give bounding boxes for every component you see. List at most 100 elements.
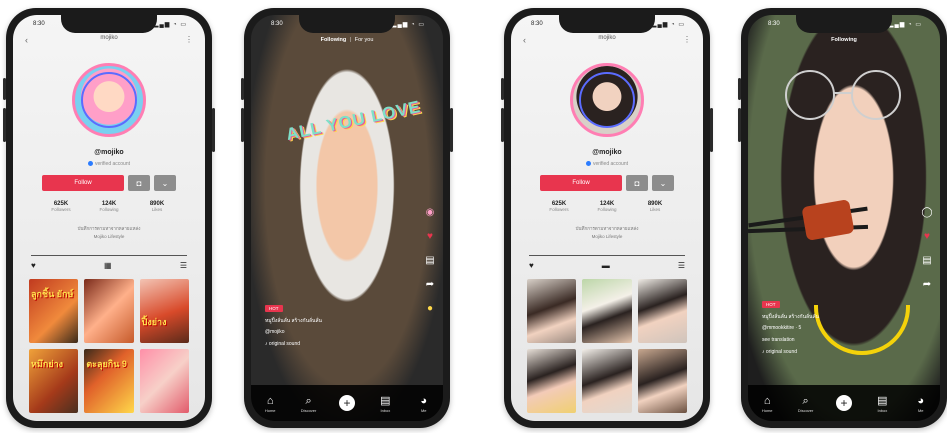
follow-button[interactable]: Follow: [42, 175, 124, 191]
heart-icon[interactable]: ♥: [920, 229, 934, 243]
profile-icon: ◕: [420, 394, 428, 407]
stat-following[interactable]: 124K Following: [583, 201, 631, 212]
nav-inbox[interactable]: ▤ Inbox: [370, 394, 400, 413]
tab-list-icon[interactable]: ☰: [180, 261, 187, 270]
volume-button: [501, 108, 504, 142]
video-thumbnail[interactable]: [139, 349, 189, 413]
tab-following[interactable]: Following: [831, 37, 857, 43]
video-thumbnail[interactable]: [527, 349, 577, 413]
chevron-down-icon[interactable]: ⌄: [652, 175, 674, 191]
stat-following[interactable]: 124K Following: [85, 201, 133, 212]
video-thumbnail[interactable]: [84, 279, 134, 343]
stat-followers[interactable]: 625K Followers: [37, 201, 85, 212]
nav-label: Discover: [300, 407, 317, 413]
more-options-icon[interactable]: ⋮: [683, 35, 691, 44]
creator-avatar-icon[interactable]: ◯: [920, 205, 934, 219]
feed-tabs: Following | For you: [251, 37, 443, 43]
video-thumbnail[interactable]: ปิ้งย่าง: [139, 279, 189, 343]
notch: [796, 15, 892, 33]
stat-likes[interactable]: 890K Likes: [631, 201, 679, 212]
status-time: 8:30: [271, 21, 283, 27]
avatar[interactable]: [570, 63, 644, 137]
thumbnail-text: ลูกชิ้น ยักษ์: [31, 289, 74, 299]
profile-stats: 625K Followers 124K Following 890K Likes: [37, 201, 181, 212]
video-thumbnail[interactable]: [582, 349, 632, 413]
video-thumbnail[interactable]: ลูกชิ้น ยักษ์: [29, 279, 79, 343]
hot-badge: HOT: [265, 305, 283, 312]
nav-inbox[interactable]: ▤ Inbox: [867, 394, 897, 413]
volume-button: [738, 108, 741, 142]
caption-user[interactable]: @mojiko: [265, 329, 285, 335]
nav-create[interactable]: +: [829, 395, 859, 411]
heart-icon[interactable]: ♥: [423, 229, 437, 243]
more-options-icon[interactable]: ⋮: [185, 35, 193, 44]
comment-icon[interactable]: ▤: [920, 253, 934, 267]
video-thumbnail[interactable]: [637, 349, 687, 413]
caption-sound[interactable]: ♪ original sound: [762, 349, 797, 355]
notch: [61, 15, 157, 33]
avatar[interactable]: [72, 63, 146, 137]
phone-feed-1: 8:30 ▂▄▆ ◔ ▭ Following | For you ALL YOU…: [241, 8, 453, 428]
tab-divider: [529, 255, 685, 256]
grilled-meat: [801, 199, 855, 241]
back-arrow-icon[interactable]: ‹: [25, 35, 28, 45]
sauce-sticker: [814, 305, 910, 355]
nav-create[interactable]: +: [332, 395, 362, 411]
video-thumbnail[interactable]: [582, 279, 632, 343]
verified-label: verified account: [13, 161, 205, 167]
avatar-ring: [81, 72, 137, 128]
nav-discover[interactable]: ⌕ Discover: [791, 394, 821, 413]
profile-header: ‹ mojiko ⋮: [13, 35, 205, 49]
see-translation-link[interactable]: see translation: [762, 337, 795, 343]
tab-liked-heart-icon[interactable]: ♥: [529, 261, 534, 270]
verified-icon: [585, 161, 591, 167]
tab-grid-icon[interactable]: ▬: [602, 261, 610, 270]
caption-sound[interactable]: ♪ original sound: [265, 341, 300, 347]
stat-followers[interactable]: 625K Followers: [535, 201, 583, 212]
comment-icon[interactable]: ▤: [423, 253, 437, 267]
video-thumbnail[interactable]: [527, 279, 577, 343]
camera-icon[interactable]: ◘: [128, 175, 150, 191]
music-disc-icon[interactable]: ●: [423, 301, 437, 315]
action-rail: ◯ ♥ ▤ ➦: [920, 205, 934, 291]
tab-list-icon[interactable]: ☰: [678, 261, 685, 270]
chevron-down-icon[interactable]: ⌄: [154, 175, 176, 191]
profile-stats: 625K Followers 124K Following 890K Likes: [535, 201, 679, 212]
profile-title: mojiko: [100, 35, 118, 41]
video-thumbnail[interactable]: [637, 279, 687, 343]
bio: บันทึกการตามหาจากหลายแหล่ง Mojiko Lifest…: [13, 225, 205, 241]
phone-feed-2: 8:30 ▂▄▆ ◔ ▭ Following ◯ ♥ ▤ ➦ HOT หมูปิ…: [738, 8, 947, 428]
nav-home[interactable]: ⌂ Home: [255, 394, 285, 413]
tab-grid-icon[interactable]: ▦: [104, 261, 112, 270]
nav-discover[interactable]: ⌕ Discover: [294, 394, 324, 413]
stat-likes[interactable]: 890K Likes: [133, 201, 181, 212]
status-time: 8:30: [531, 21, 543, 27]
back-arrow-icon[interactable]: ‹: [523, 35, 526, 45]
nav-home[interactable]: ⌂ Home: [752, 394, 782, 413]
stat-label: Followers: [51, 207, 71, 212]
share-icon[interactable]: ➦: [920, 277, 934, 291]
nav-me[interactable]: ◕ Me: [906, 394, 936, 413]
status-time: 8:30: [768, 21, 780, 27]
camera-icon[interactable]: ◘: [626, 175, 648, 191]
tab-following[interactable]: Following: [321, 37, 347, 43]
status-icons: ▂▄▆ ◔ ▭: [888, 22, 922, 28]
nav-me[interactable]: ◕ Me: [409, 394, 439, 413]
tab-liked-heart-icon[interactable]: ♥: [31, 261, 36, 270]
tab-for-you[interactable]: For you: [355, 37, 374, 43]
feed-tabs: Following: [748, 37, 940, 43]
nav-label: Me: [917, 407, 924, 413]
bio: บันทึกการตามหาจากหลายแหล่ง Mojiko Lifest…: [511, 225, 703, 241]
creator-avatar-icon[interactable]: ◉: [423, 205, 437, 219]
caption-user[interactable]: @mmookkitire · 5: [762, 325, 801, 331]
volume-button: [738, 78, 741, 100]
nav-label: Me: [420, 407, 427, 413]
volume-button: [501, 78, 504, 100]
video-thumbnail[interactable]: หมึกย่าง: [29, 349, 79, 413]
share-icon[interactable]: ➦: [423, 277, 437, 291]
username: @mojiko: [94, 149, 124, 156]
video-thumbnail[interactable]: ตะลุยกิน 9: [84, 349, 134, 413]
follow-button[interactable]: Follow: [540, 175, 622, 191]
video-grid: [527, 279, 687, 413]
plus-icon: +: [338, 395, 355, 411]
